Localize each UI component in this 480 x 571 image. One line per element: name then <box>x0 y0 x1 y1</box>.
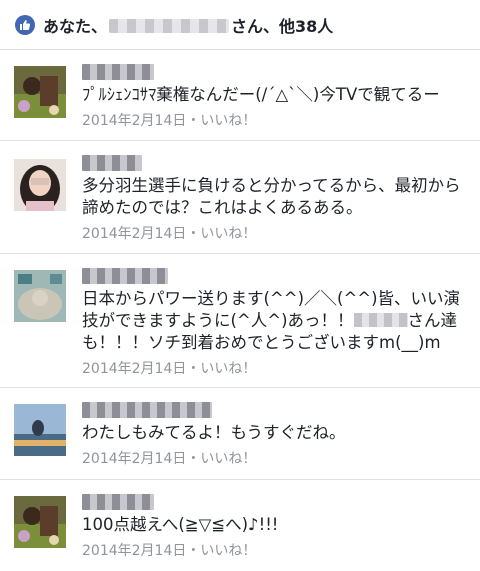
comment-text: 多分羽生選手に負けると分かってるから、最初から諦めたのでは？これはよくあるある。 <box>82 176 461 217</box>
commenter-name-redacted[interactable] <box>82 155 142 171</box>
likes-text: あなた、 さん、他38人 <box>43 13 333 37</box>
meta-separator: ・ <box>186 113 201 129</box>
comment-text: 100点越えへ(≧▽≦へ)♪!!! <box>82 515 279 534</box>
comment-text: わたしもみてるよ！もうすぐだね。 <box>82 423 346 442</box>
comment: 多分羽生選手に負けると分かってるから、最初から諦めたのでは？これはよくあるある。… <box>0 141 480 254</box>
comment-date[interactable]: 2014年2月14日 <box>82 451 186 467</box>
thumbs-up-icon <box>15 14 35 35</box>
avatar[interactable] <box>14 66 66 118</box>
avatar[interactable] <box>14 270 66 322</box>
comment-text: ﾌﾟﾙｼｪﾝｺｻﾏ棄権なんだー(/´△`＼)今TVで観てるー <box>82 85 440 104</box>
redacted-name <box>109 18 230 33</box>
comment: 100点越えへ(≧▽≦へ)♪!!! 2014年2月14日・いいね！ <box>0 480 480 570</box>
like-link[interactable]: いいね！ <box>200 226 256 242</box>
comment-date[interactable]: 2014年2月14日 <box>82 361 186 377</box>
comment-meta: 2014年2月14日・いいね！ <box>82 110 466 140</box>
meta-separator: ・ <box>186 226 201 242</box>
meta-separator: ・ <box>186 543 201 559</box>
comment: ﾌﾟﾙｼｪﾝｺｻﾏ棄権なんだー(/´△`＼)今TVで観てるー 2014年2月14… <box>0 50 480 141</box>
redacted-name <box>353 313 408 327</box>
like-link[interactable]: いいね！ <box>200 113 256 129</box>
comment-text: 日本からパワー送ります(^^)／＼(^^)皆、いい演技ができますように(^人^)… <box>82 288 466 354</box>
meta-separator: ・ <box>186 361 201 377</box>
likes-prefix: あなた、 <box>43 16 108 36</box>
comment-meta: 2014年2月14日・いいね！ <box>82 540 466 570</box>
commenter-name-redacted[interactable] <box>82 268 168 284</box>
likes-summary[interactable]: あなた、 さん、他38人 <box>0 0 480 50</box>
like-link[interactable]: いいね！ <box>200 451 256 467</box>
comment-meta: 2014年2月14日・いいね！ <box>82 448 466 478</box>
comment-date[interactable]: 2014年2月14日 <box>82 543 186 559</box>
commenter-name-redacted[interactable] <box>82 494 154 510</box>
commenter-name-redacted[interactable] <box>82 64 154 80</box>
comment: わたしもみてるよ！もうすぐだね。 2014年2月14日・いいね！ <box>0 388 480 480</box>
likes-suffix: さん、他38人 <box>231 16 334 36</box>
avatar[interactable] <box>14 404 66 456</box>
commenter-name-redacted[interactable] <box>82 402 212 418</box>
comment-date[interactable]: 2014年2月14日 <box>82 226 186 242</box>
meta-separator: ・ <box>186 451 201 467</box>
comment-meta: 2014年2月14日・いいね！ <box>82 358 466 388</box>
like-link[interactable]: いいね！ <box>200 543 256 559</box>
comment-meta: 2014年2月14日・いいね！ <box>82 223 466 253</box>
avatar[interactable] <box>14 159 66 211</box>
avatar[interactable] <box>14 496 66 548</box>
like-link[interactable]: いいね！ <box>200 361 256 377</box>
comment-date[interactable]: 2014年2月14日 <box>82 113 186 129</box>
comment: 日本からパワー送ります(^^)／＼(^^)皆、いい演技ができますように(^人^)… <box>0 254 480 388</box>
